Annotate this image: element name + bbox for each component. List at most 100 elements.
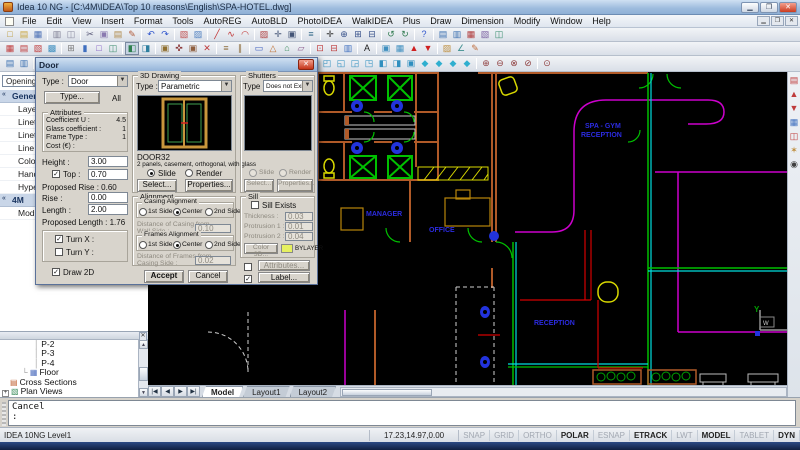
save-file-icon[interactable]: ▦ [31,28,45,41]
menu-plus[interactable]: Plus [398,15,426,27]
tree-item-p-3[interactable]: │ P-3 [0,349,148,358]
format-painter-icon[interactable]: ✎ [125,28,139,41]
rotate-view-1-icon[interactable]: ◆ [418,57,432,70]
toggle-ortho[interactable]: ORTHO [519,430,557,441]
layers-icon[interactable]: ▤ [436,28,450,41]
menu-file[interactable]: File [17,15,42,27]
roof-icon[interactable]: △ [266,42,280,55]
paste-icon[interactable]: ▤ [111,28,125,41]
label-tool-icon[interactable]: ✎ [468,42,482,55]
menu-autoreg[interactable]: AutoREG [198,15,246,27]
color-control-icon[interactable]: ▦ [464,28,478,41]
window-tool-icon[interactable]: ◨ [139,42,153,55]
wall-join-icon[interactable]: ◫ [106,42,120,55]
view-iso-nw-icon[interactable]: ◳ [362,57,376,70]
zoom-realtime-icon[interactable]: ⊕ [337,28,351,41]
menu-dimension[interactable]: Dimension [456,15,509,27]
frames-center-radio[interactable] [173,241,181,249]
outer-wall-icon[interactable]: ▦ [3,42,17,55]
color-swatch[interactable] [281,244,293,253]
modify-wall-icon[interactable]: ▧ [31,42,45,55]
menu-autobld[interactable]: AutoBLD [246,15,292,27]
cancel-button[interactable]: Cancel [188,270,228,283]
layer-previous-icon[interactable]: ▥ [17,57,31,70]
stairs-icon[interactable]: ≡ [219,42,233,55]
insert-block-icon[interactable]: ▧ [177,28,191,41]
label-checkbox[interactable]: ✓ [244,275,252,283]
undo-icon[interactable]: ↶ [144,28,158,41]
properties-palette-icon[interactable]: ◫ [492,28,506,41]
title-bar[interactable]: Idea 10 NG - [C:\4M\IDEA\Top 10 reasons\… [0,0,800,15]
casing-center-radio[interactable] [173,208,181,216]
frames-1st-radio[interactable] [139,241,147,249]
rotate-view-3-icon[interactable]: ◆ [446,57,460,70]
menu-tools[interactable]: Tools [167,15,198,27]
tab-nav-0[interactable]: |◀ [148,386,161,397]
railing-icon[interactable]: ∥ [233,42,247,55]
view-iso-ne-icon[interactable]: ◲ [348,57,362,70]
text-style-icon[interactable]: A [360,42,374,55]
sill-exists-checkbox[interactable] [251,201,259,209]
views-manager-icon[interactable]: ◫ [787,130,800,143]
dimension-tool-icon[interactable]: ∠ [454,42,468,55]
command-prompt-line[interactable]: : [12,412,792,422]
rotate-view-4-icon[interactable]: ◆ [460,57,474,70]
command-input[interactable]: Cancel : [8,400,796,426]
zoom-extents-icon[interactable]: ⊘ [521,57,535,70]
redo-icon[interactable]: ↷ [158,28,172,41]
furniture-icon[interactable]: ▱ [294,42,308,55]
menu-window[interactable]: Window [545,15,587,27]
level-up-icon[interactable]: ▲ [787,88,800,101]
command-grip[interactable] [2,402,6,426]
match-properties-icon[interactable]: ≡ [304,28,318,41]
maximize-button[interactable]: ❐ [760,2,778,13]
xref-manager-icon[interactable]: ▦ [787,116,800,129]
library-icon[interactable]: ⌂ [280,42,294,55]
turn-y-checkbox[interactable] [55,248,63,256]
move-opening-icon[interactable]: ✜ [172,42,186,55]
toggle-grid[interactable]: GRID [490,430,519,441]
casing-1st-radio[interactable] [139,208,147,216]
level-down-icon[interactable]: ▼ [787,102,800,115]
accept-button[interactable]: Accept [144,270,184,283]
casing-2nd-radio[interactable] [205,208,213,216]
draw-arc-icon[interactable]: ◠ [238,28,252,41]
d3-type-combo[interactable]: Parametric▼ [158,80,232,92]
wall-elevation-icon[interactable]: ▩ [45,42,59,55]
toggle-model[interactable]: MODEL [698,430,736,441]
open-file-icon[interactable]: ▤ [17,28,31,41]
view-iso-sw-icon[interactable]: ◰ [320,57,334,70]
print-icon[interactable]: ▥ [50,28,64,41]
new-file-icon[interactable]: □ [3,28,17,41]
menu-walkidea[interactable]: WalkIDEA [347,15,398,27]
dialog-title-bar[interactable]: Door ✕ [36,58,317,72]
toggle-dyn[interactable]: DYN [774,430,800,441]
top-field[interactable]: 0.70 [88,169,128,180]
menu-format[interactable]: Format [129,15,168,27]
zoom-in-icon[interactable]: ⊕ [479,57,493,70]
mdi-document-icon[interactable] [5,17,14,26]
menu-edit[interactable]: Edit [42,15,68,27]
type-button[interactable]: Type... [44,91,100,104]
tree-item-plan-views[interactable]: +▧Plan Views [0,387,148,396]
toggle-polar[interactable]: POLAR [557,430,594,441]
drawing-organization-icon[interactable]: ▥ [341,42,355,55]
tree-item-p-2[interactable]: │ P-2 [0,340,148,349]
toggle-esnap[interactable]: ESNAP [594,430,630,441]
scroll-thumb[interactable] [139,367,148,381]
lower-level-icon[interactable]: ▼ [421,42,435,55]
view-front-icon[interactable]: ◧ [376,57,390,70]
zoom-window-icon[interactable]: ⊞ [351,28,365,41]
tab-nav-3[interactable]: ▶| [187,386,200,397]
view-iso-se-icon[interactable]: ◱ [334,57,348,70]
help-icon[interactable]: ? [417,28,431,41]
select-button[interactable]: Select... [137,179,177,192]
hatch-tool-icon[interactable]: ▨ [440,42,454,55]
zoom-previous-icon[interactable]: ⊟ [365,28,379,41]
draw-line-icon[interactable]: ╱ [210,28,224,41]
levels-manager-icon[interactable]: ▤ [787,74,800,87]
tree-panel-header[interactable]: ✕ [0,332,148,340]
balcony-door-icon[interactable]: ▣ [158,42,172,55]
tab-layout1[interactable]: Layout1 [243,386,289,397]
tab-nav-2[interactable]: ▶ [174,386,187,397]
